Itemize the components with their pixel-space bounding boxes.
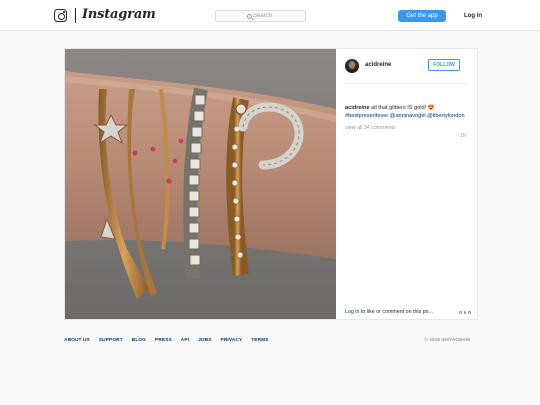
post-caption: acidreine all that glitters IS gold! 😍 #… bbox=[345, 104, 473, 120]
logo-divider bbox=[75, 8, 76, 23]
footer-link-jobs[interactable]: JOBS bbox=[198, 338, 211, 343]
footer-link-press[interactable]: PRESS bbox=[155, 338, 172, 343]
camera-glyph-icon[interactable] bbox=[54, 9, 67, 22]
footer-link-terms[interactable]: TERMS bbox=[251, 338, 268, 343]
post-actions-bar: Log in to like or comment on this po... bbox=[345, 309, 473, 319]
post-sidebar: acidreine FOLLOW acidreine all that glit… bbox=[336, 49, 477, 319]
search-box[interactable] bbox=[215, 10, 306, 22]
page-footer: ABOUT US SUPPORT BLOG PRESS API JOBS PRI… bbox=[64, 338, 478, 348]
post-photo[interactable] bbox=[65, 49, 336, 319]
instagram-wordmark[interactable]: Instagram bbox=[82, 7, 156, 22]
caption-username[interactable]: acidreine bbox=[345, 105, 370, 111]
bracelets-photo-image bbox=[65, 49, 336, 319]
post-username[interactable]: acidreine bbox=[365, 62, 391, 68]
follow-button[interactable]: FOLLOW bbox=[428, 59, 460, 71]
top-navigation-bar: Instagram Get the app Log in bbox=[0, 0, 540, 31]
header-divider bbox=[345, 83, 468, 84]
footer-link-about-us[interactable]: ABOUT US bbox=[64, 338, 90, 343]
caption-tags[interactable]: #bestpreseritever @anninavogel @libertyl… bbox=[345, 113, 465, 119]
login-to-comment-text: Log in to like or comment on this po... bbox=[345, 309, 433, 315]
footer-link-api[interactable]: API bbox=[181, 338, 189, 343]
footer-links: ABOUT US SUPPORT BLOG PRESS API JOBS PRI… bbox=[64, 338, 269, 343]
view-all-comments-link[interactable]: view all 34 comments bbox=[345, 125, 396, 131]
footer-link-privacy[interactable]: PRIVACY bbox=[221, 338, 243, 343]
search-input[interactable] bbox=[253, 11, 305, 21]
copyright-text: © 2016 INSTAGRAM bbox=[424, 338, 470, 343]
search-icon bbox=[247, 13, 252, 19]
post-card: acidreine FOLLOW acidreine all that glit… bbox=[64, 48, 478, 320]
footer-link-support[interactable]: SUPPORT bbox=[99, 338, 123, 343]
log-in-link[interactable]: Log in bbox=[464, 10, 482, 22]
login-to-comment-link[interactable]: Log in bbox=[345, 309, 359, 315]
get-the-app-button[interactable]: Get the app bbox=[398, 10, 446, 22]
avatar[interactable] bbox=[345, 59, 359, 73]
post-timestamp[interactable]: 1h bbox=[460, 133, 466, 139]
login-to-comment-suffix: to like or comment on this po... bbox=[359, 309, 434, 315]
caption-text: all that glitters IS gold! 😍 bbox=[369, 105, 435, 111]
more-options-icon[interactable] bbox=[459, 311, 471, 314]
footer-link-blog[interactable]: BLOG bbox=[132, 338, 146, 343]
